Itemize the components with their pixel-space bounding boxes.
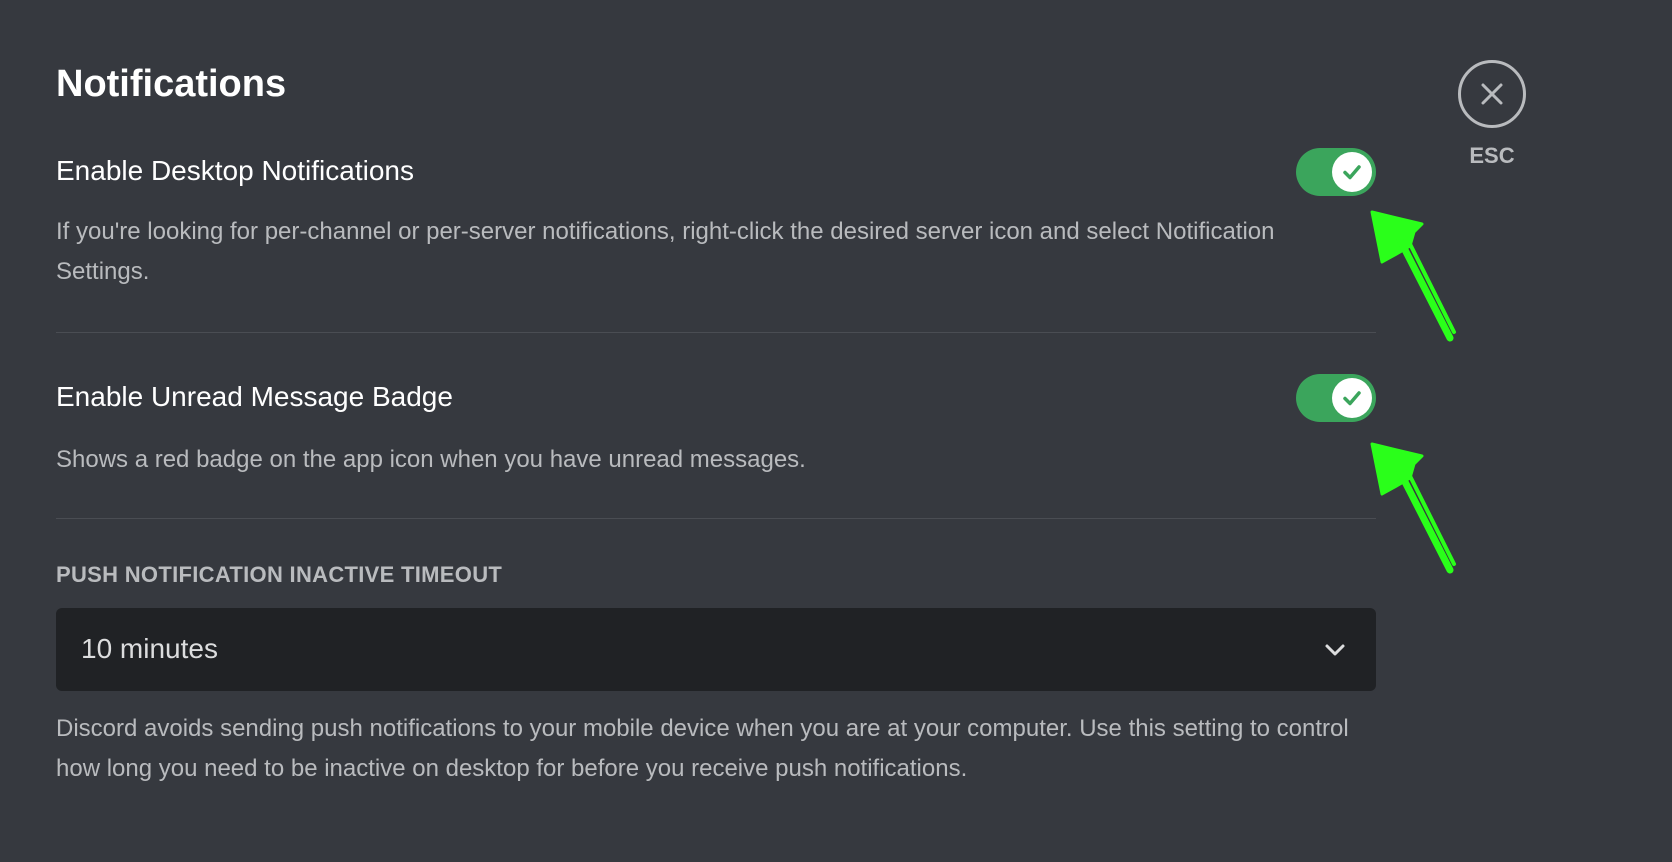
close-button[interactable] xyxy=(1458,60,1526,128)
esc-label: ESC xyxy=(1469,143,1515,168)
toggle-knob xyxy=(1332,378,1372,418)
unread-badge-description: Shows a red badge on the app icon when y… xyxy=(56,446,806,473)
push-timeout-select[interactable]: 10 minutes xyxy=(56,608,1376,691)
checkmark-icon xyxy=(1343,391,1361,406)
checkmark-icon xyxy=(1343,165,1361,180)
chevron-down-icon xyxy=(1325,644,1345,656)
desktop-notifications-toggle[interactable] xyxy=(1296,148,1376,196)
annotation-arrow-icon xyxy=(1370,210,1456,342)
unread-badge-toggle[interactable] xyxy=(1296,374,1376,422)
push-timeout-label: PUSH NOTIFICATION INACTIVE TIMEOUT xyxy=(56,562,503,587)
annotation-arrow-icon xyxy=(1370,442,1456,574)
desktop-notifications-title: Enable Desktop Notifications xyxy=(56,155,414,186)
push-timeout-description: Discord avoids sending push notification… xyxy=(56,715,1349,782)
close-icon xyxy=(1481,83,1503,105)
desktop-notifications-description: If you're looking for per-channel or per… xyxy=(56,218,1275,285)
push-timeout-value: 10 minutes xyxy=(81,633,218,664)
divider xyxy=(56,518,1376,519)
toggle-knob xyxy=(1332,152,1372,192)
page-title: Notifications xyxy=(56,63,287,105)
unread-badge-title: Enable Unread Message Badge xyxy=(56,381,453,412)
divider xyxy=(56,332,1376,333)
close-control: ESC xyxy=(1456,60,1528,169)
